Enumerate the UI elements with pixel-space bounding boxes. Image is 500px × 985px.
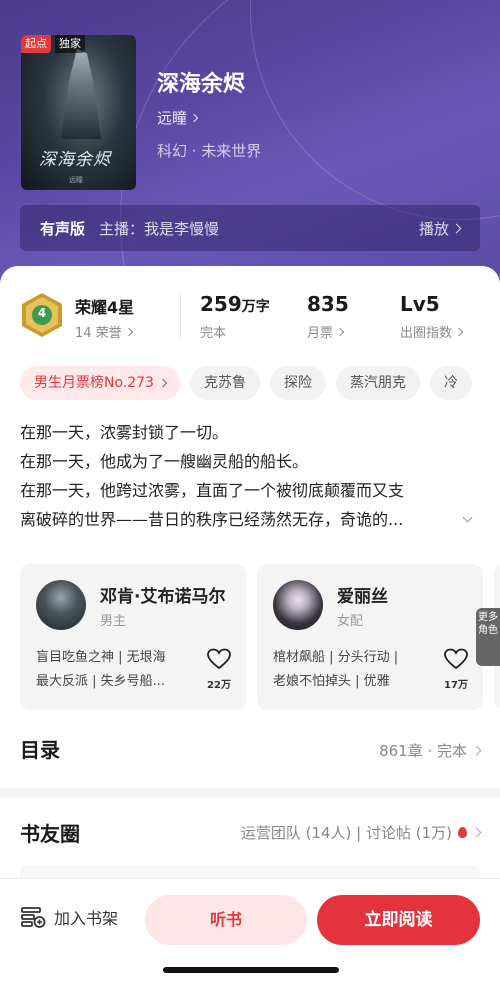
heart-icon	[207, 648, 231, 670]
word-count-unit: 万字	[241, 299, 270, 315]
audio-play-label: 播放	[418, 219, 449, 238]
honor-count[interactable]: 14 荣誉	[75, 322, 133, 341]
character-role: 女配	[337, 614, 364, 629]
monthly-ticket-label: 月票	[307, 326, 334, 341]
character-traits: 棺材飙船 | 分头行动 | 老娘不怕掉头 | 优雅	[273, 646, 433, 694]
cover-figure	[61, 49, 101, 139]
expand-description-icon[interactable]	[456, 512, 480, 532]
cover-author: 远瞳	[69, 176, 83, 184]
heart-icon	[444, 648, 468, 670]
character-like-button[interactable]: 22万	[206, 648, 232, 691]
honor-count-label: 14 荣誉	[75, 326, 122, 341]
reader-circle-title: 书友圈	[20, 822, 80, 846]
audio-label: 有声版	[40, 219, 86, 238]
toc-info: 861章 · 完本	[379, 742, 467, 760]
chevron-right-icon	[471, 827, 482, 838]
character-card[interactable]: 邓肯·艾布诺马尔 男主 盲目吃鱼之神 | 无垠海 最大反派 | 失乡号船... …	[20, 564, 246, 710]
character-name: 爱丽丝	[337, 587, 388, 607]
bottom-action-bar: 加入书架 听书 立即阅读	[0, 878, 500, 985]
character-traits: 盲目吃鱼之神 | 无垠海 最大反派 | 失乡号船...	[36, 646, 196, 694]
popularity-label: 出圈指数	[400, 326, 453, 341]
listen-button[interactable]: 听书	[145, 895, 307, 945]
tag-steampunk[interactable]: 蒸汽朋克	[335, 366, 420, 400]
exclusive-badge: 独家	[55, 35, 85, 53]
add-to-shelf-button[interactable]: 加入书架	[20, 905, 118, 929]
flame-icon	[458, 827, 467, 838]
tag-adventure[interactable]: 探险	[269, 366, 326, 400]
stats-row: 4 荣耀4星 14 荣誉 259万字 完本 835 月票 Lv5 出圈指数	[20, 288, 490, 348]
character-avatar	[273, 580, 323, 630]
reader-circle-info: 运营团队 (14人) | 讨论帖 (1万)	[240, 824, 452, 842]
description-line: 在那一天，浓雾封锁了一切。	[20, 423, 229, 442]
character-name: 邓肯·艾布诺马尔	[100, 587, 226, 607]
character-card[interactable]: 爱丽丝 女配 棺材飙船 | 分头行动 | 老娘不怕掉头 | 优雅 17万	[257, 564, 483, 710]
character-like-button[interactable]: 17万	[443, 648, 469, 691]
character-trait-line: 老娘不怕掉头 | 优雅	[273, 674, 390, 689]
character-trait-line: 盲目吃鱼之神 | 无垠海	[36, 650, 166, 665]
tag-cthulhu[interactable]: 克苏鲁	[189, 366, 260, 400]
description-line: 在那一天，他跨过浓雾，直面了一个被彻底颠覆而又支	[20, 481, 405, 500]
tag-list: 男生月票榜No.273 克苏鲁 探险 蒸汽朋克 冷	[20, 366, 500, 400]
book-header: 深海余烬 远瞳 起点 独家 深海余烬 远瞳 科幻 · 未来世界 有声版 主播：我…	[0, 0, 500, 300]
character-like-count: 17万	[444, 680, 468, 691]
book-title: 深海余烬	[157, 72, 246, 97]
description-line: 离破碎的世界——昔日的秩序已经荡然无存，奇诡的...	[20, 510, 404, 529]
word-count-stat: 259万字 完本	[200, 292, 270, 341]
popularity-level: Lv5	[400, 292, 440, 316]
bookshelf-add-icon	[21, 907, 46, 928]
tag-more[interactable]: 冷	[429, 366, 472, 400]
read-now-button[interactable]: 立即阅读	[317, 895, 480, 945]
monthly-ticket-stat[interactable]: 835 月票	[307, 292, 349, 341]
toc-title: 目录	[20, 738, 60, 762]
chevron-right-icon	[335, 327, 345, 336]
medal-level: 4	[37, 306, 47, 320]
author-name: 远瞳	[157, 109, 188, 127]
chevron-right-icon	[189, 113, 199, 122]
audio-play-button[interactable]: 播放	[418, 218, 462, 239]
honor-title: 荣耀4星	[75, 298, 135, 317]
word-count-value: 259	[200, 292, 242, 316]
character-avatar	[36, 580, 86, 630]
qidian-badge: 起点	[21, 35, 51, 53]
more-roles-button[interactable]: 更多角色	[476, 608, 500, 666]
section-divider	[0, 788, 500, 798]
monthly-ticket-value: 835	[307, 292, 349, 316]
audio-version-bar[interactable]: 有声版 主播：我是李慢慢 播放	[20, 205, 480, 251]
divider	[180, 294, 181, 338]
character-role: 男主	[100, 614, 127, 629]
book-cover[interactable]: 深海余烬 远瞳 起点 独家	[21, 35, 136, 190]
popularity-index-stat[interactable]: Lv5 出圈指数	[400, 292, 464, 341]
cover-title: 深海余烬	[39, 150, 111, 170]
character-list: 邓肯·艾布诺马尔 男主 盲目吃鱼之神 | 无垠海 最大反派 | 失乡号船... …	[20, 564, 500, 710]
character-trait-line: 最大反派 | 失乡号船...	[36, 674, 166, 689]
table-of-contents-row[interactable]: 目录 861章 · 完本	[20, 734, 482, 766]
completion-status: 完本	[200, 326, 227, 341]
chevron-right-icon	[454, 327, 464, 336]
home-indicator[interactable]	[163, 967, 339, 973]
character-trait-line: 棺材飙船 | 分头行动 |	[273, 650, 399, 665]
description-line: 在那一天，他成为了一艘幽灵船的船长。	[20, 452, 309, 471]
chevron-right-icon	[158, 378, 168, 388]
character-like-count: 22万	[207, 680, 231, 691]
reader-circle-row[interactable]: 书友圈 运营团队 (14人) | 讨论帖 (1万)	[20, 818, 482, 850]
add-to-shelf-label: 加入书架	[54, 909, 119, 928]
chevron-right-icon	[451, 223, 462, 233]
book-genre: 科幻 · 未来世界	[157, 142, 262, 160]
chevron-right-icon	[124, 327, 133, 336]
chevron-right-icon	[471, 745, 482, 756]
rank-label: 男生月票榜No.273	[34, 375, 154, 391]
author-link[interactable]: 远瞳	[157, 107, 199, 128]
audio-host: 主播：我是李慢慢	[99, 219, 220, 238]
book-description[interactable]: 在那一天，浓雾封锁了一切。 在那一天，他成为了一艘幽灵船的船长。 在那一天，他跨…	[20, 418, 480, 534]
rank-tag[interactable]: 男生月票榜No.273	[20, 366, 180, 400]
